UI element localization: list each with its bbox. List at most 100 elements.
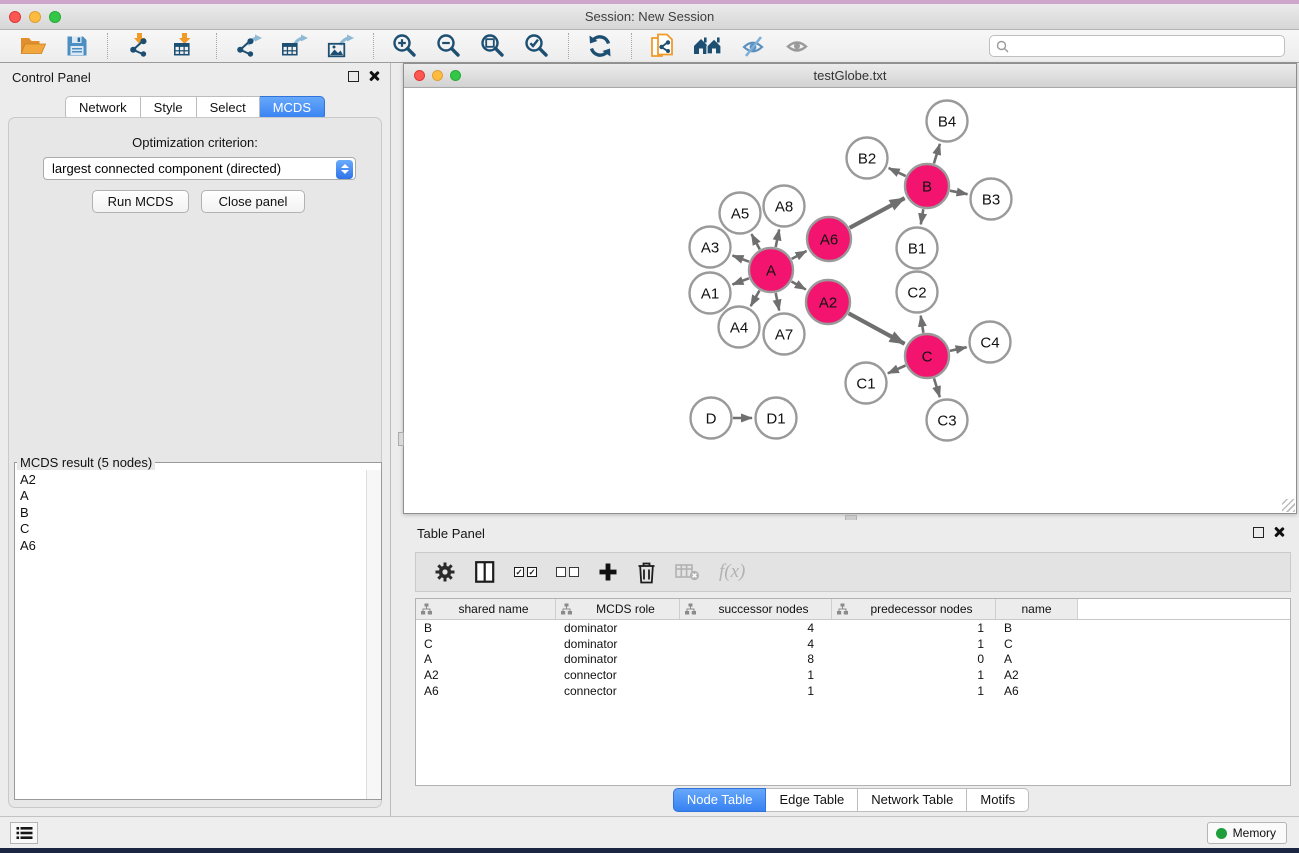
table-cell[interactable]: dominator <box>556 621 680 635</box>
graph-edge-A-A5[interactable] <box>752 234 760 249</box>
graph-node-A7[interactable]: A7 <box>764 314 805 355</box>
float-panel-icon[interactable] <box>348 71 359 82</box>
graph-edge-B-B3[interactable] <box>950 191 968 195</box>
graph-node-C1[interactable]: C1 <box>846 363 887 404</box>
table-cell[interactable]: A <box>996 652 1078 666</box>
column-header-successor-nodes[interactable]: successor nodes <box>680 599 832 619</box>
zoom-window-button[interactable] <box>49 11 61 23</box>
table-cell[interactable]: A2 <box>996 668 1078 682</box>
network-close-button[interactable] <box>414 70 425 81</box>
minimize-window-button[interactable] <box>29 11 41 23</box>
table-row[interactable]: A2connector11A2 <box>416 667 1290 683</box>
graph-edge-B-B4[interactable] <box>934 144 940 164</box>
close-panel-icon[interactable] <box>368 70 380 82</box>
table-cell[interactable]: connector <box>556 684 680 698</box>
mcds-result-item[interactable]: C <box>20 521 366 537</box>
graph-node-A8[interactable]: A8 <box>764 186 805 227</box>
save-session-button[interactable] <box>60 31 94 61</box>
graph-edge-A-A4[interactable] <box>751 291 760 307</box>
mcds-result-item[interactable]: A <box>20 488 366 504</box>
graph-node-A2[interactable]: A2 <box>806 280 850 324</box>
optimization-criterion-select[interactable]: largest connected component (directed) <box>43 157 356 180</box>
graph-edge-B-B2[interactable] <box>889 168 906 176</box>
graph-node-B4[interactable]: B4 <box>927 101 968 142</box>
table-cell[interactable]: C <box>416 637 556 651</box>
table-cell[interactable]: B <box>416 621 556 635</box>
run-mcds-button[interactable]: Run MCDS <box>92 190 189 213</box>
table-cell[interactable]: A6 <box>416 684 556 698</box>
graph-node-C2[interactable]: C2 <box>897 272 938 313</box>
table-cell[interactable]: 0 <box>832 652 996 666</box>
graph-edge-B-B1[interactable] <box>921 209 924 224</box>
export-network-button[interactable] <box>230 31 268 61</box>
zoom-in-button[interactable] <box>387 31 423 61</box>
network-graph[interactable]: B4B2BB3A8A5A6A3B1AA1C2A2A4A7C4CC1DD1C3 <box>404 89 1296 515</box>
zoom-fit-button[interactable] <box>475 31 511 61</box>
graph-edge-C-C3[interactable] <box>934 378 940 397</box>
table-cell[interactable]: A6 <box>996 684 1078 698</box>
graph-edge-C-C4[interactable] <box>950 347 967 351</box>
table-cell[interactable]: 1 <box>832 668 996 682</box>
table-cell[interactable]: A <box>416 652 556 666</box>
table-row[interactable]: Bdominator41B <box>416 620 1290 636</box>
clone-network-button[interactable] <box>645 31 680 61</box>
tab-network-table[interactable]: Network Table <box>858 788 967 812</box>
graph-node-A3[interactable]: A3 <box>690 227 731 268</box>
select-all-button[interactable]: ✓✓ <box>514 567 537 577</box>
table-cell[interactable]: B <box>996 621 1078 635</box>
export-image-button[interactable] <box>322 31 360 61</box>
table-row[interactable]: A6connector11A6 <box>416 683 1290 699</box>
graph-edge-A-A1[interactable] <box>733 278 750 284</box>
graph-node-C4[interactable]: C4 <box>970 322 1011 363</box>
table-cell[interactable]: 4 <box>680 621 832 635</box>
table-cell[interactable]: dominator <box>556 652 680 666</box>
hide-eye-button[interactable] <box>736 31 772 61</box>
apply-layout-button[interactable] <box>582 31 618 61</box>
graph-edge-A6-B[interactable] <box>850 198 905 228</box>
column-header-name[interactable]: name <box>996 599 1078 619</box>
open-session-button[interactable] <box>14 31 52 61</box>
graph-node-A5[interactable]: A5 <box>720 193 761 234</box>
graph-node-D1[interactable]: D1 <box>756 398 797 439</box>
graph-node-D[interactable]: D <box>691 398 732 439</box>
search-input[interactable] <box>1012 36 1280 56</box>
graph-node-B3[interactable]: B3 <box>971 179 1012 220</box>
table-cell[interactable]: 1 <box>680 684 832 698</box>
mcds-result-item[interactable]: A2 <box>20 472 366 488</box>
splitter-collapse-handle[interactable] <box>398 432 404 446</box>
column-header-predecessor-nodes[interactable]: predecessor nodes <box>832 599 996 619</box>
import-table-button[interactable] <box>166 31 203 61</box>
task-history-button[interactable] <box>10 822 38 844</box>
tab-edge-table[interactable]: Edge Table <box>766 788 858 812</box>
graph-edge-A-A8[interactable] <box>776 230 780 248</box>
table-cell[interactable]: 1 <box>832 637 996 651</box>
close-panel-button[interactable]: Close panel <box>201 190 305 213</box>
close-table-panel-icon[interactable] <box>1273 526 1285 538</box>
graph-node-C3[interactable]: C3 <box>927 400 968 441</box>
column-header-MCDS-role[interactable]: MCDS role <box>556 599 680 619</box>
table-settings-button[interactable] <box>434 561 456 583</box>
network-minimize-button[interactable] <box>432 70 443 81</box>
tab-motifs[interactable]: Motifs <box>967 788 1029 812</box>
graph-edge-A-A6[interactable] <box>792 251 807 259</box>
network-zoom-button[interactable] <box>450 70 461 81</box>
graph-node-A1[interactable]: A1 <box>690 273 731 314</box>
table-row[interactable]: Adominator80A <box>416 652 1290 668</box>
network-canvas[interactable]: B4B2BB3A8A5A6A3B1AA1C2A2A4A7C4CC1DD1C3 <box>404 89 1296 513</box>
graph-edge-C-C1[interactable] <box>888 366 906 374</box>
graph-edge-A-A2[interactable] <box>792 282 806 290</box>
add-column-button[interactable] <box>598 562 618 582</box>
result-list-scrollbar[interactable] <box>366 470 381 799</box>
graph-node-A6[interactable]: A6 <box>807 217 851 261</box>
table-cell[interactable]: 4 <box>680 637 832 651</box>
search-field[interactable] <box>989 35 1285 57</box>
float-table-panel-icon[interactable] <box>1253 527 1264 538</box>
resize-grip[interactable] <box>1282 499 1295 512</box>
deselect-all-button[interactable] <box>556 567 579 577</box>
delete-column-button[interactable] <box>637 561 656 584</box>
export-table-button[interactable] <box>276 31 314 61</box>
mcds-result-item[interactable]: A6 <box>20 538 366 554</box>
graph-node-B[interactable]: B <box>905 164 949 208</box>
show-columns-button[interactable] <box>475 561 495 583</box>
table-cell[interactable]: 8 <box>680 652 832 666</box>
